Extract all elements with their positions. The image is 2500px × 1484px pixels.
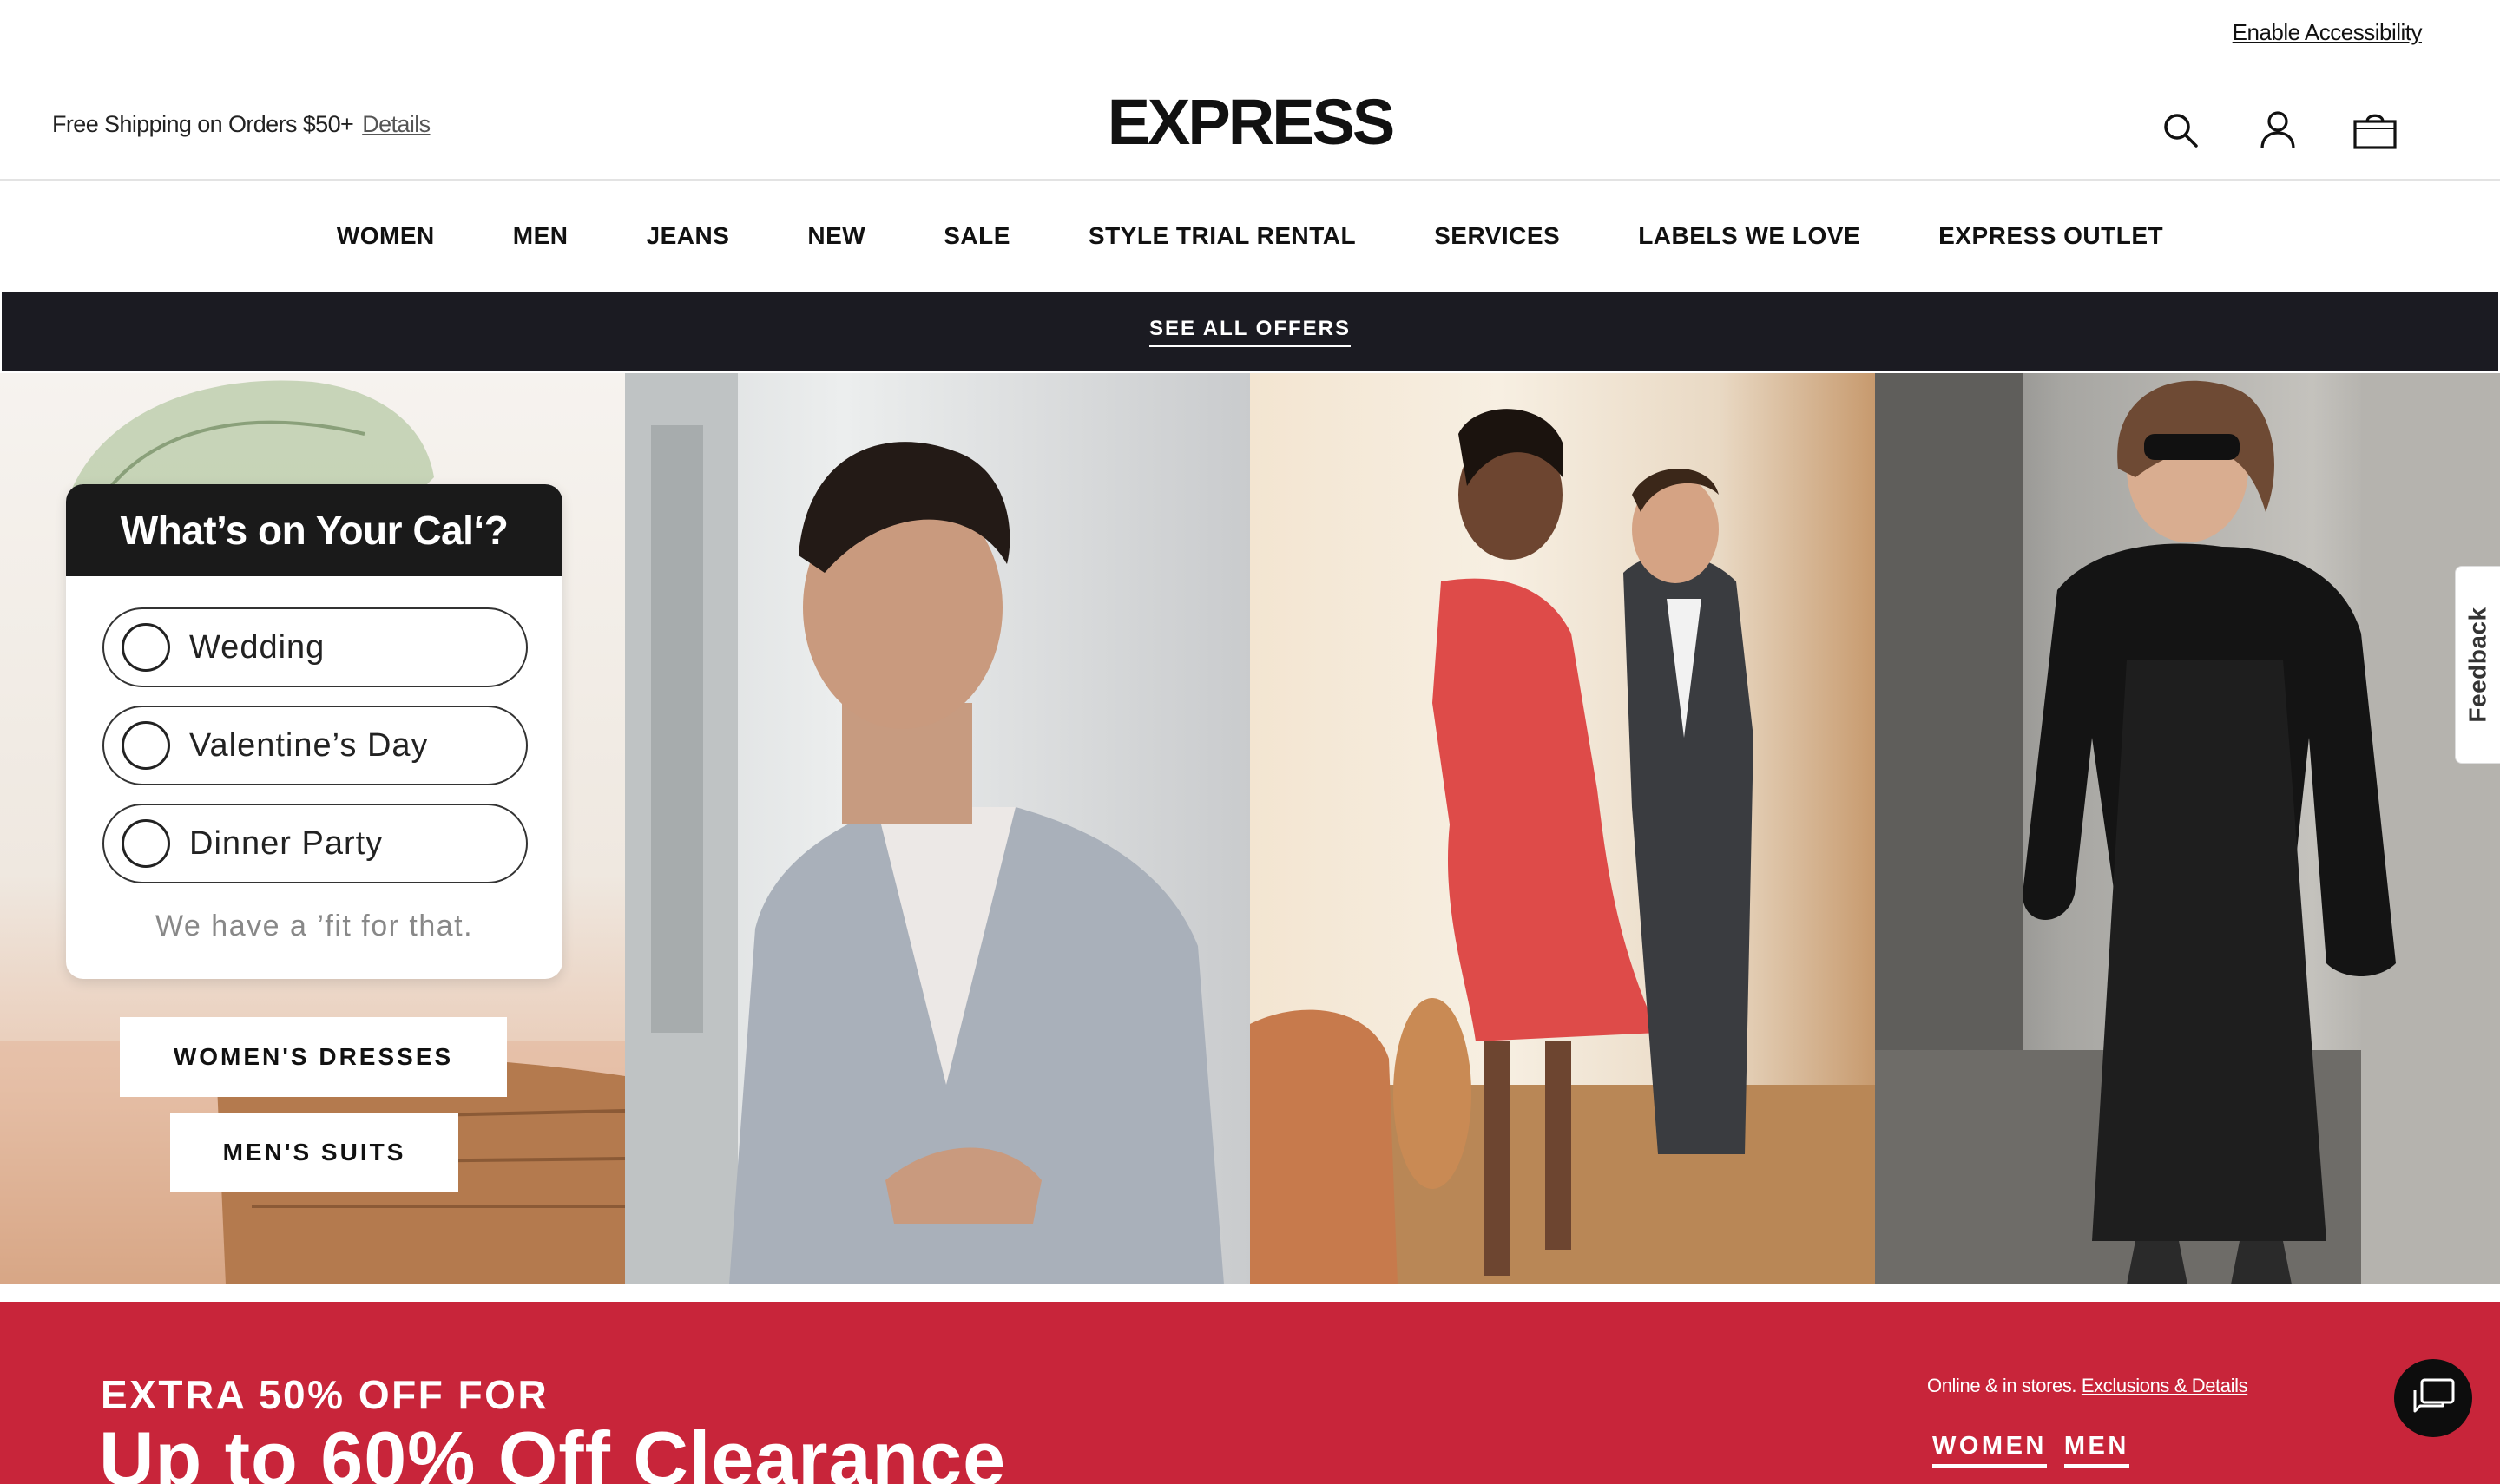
occasion-option-label: Dinner Party bbox=[189, 824, 384, 862]
promo-headline: Up to 60% Off Clearance bbox=[99, 1415, 1007, 1484]
promo-shop-men-link[interactable]: MEN bbox=[2063, 1432, 2129, 1468]
site-header: Enable Accessibility Free Shipping on Or… bbox=[0, 0, 2500, 181]
occasion-card-tagline: We have a ’fit for that. bbox=[155, 909, 474, 942]
header-icons bbox=[2132, 104, 2424, 156]
couple-dressed-up-image bbox=[1250, 409, 1875, 1284]
nav-item-new[interactable]: NEW bbox=[807, 222, 865, 250]
feedback-label: Feedback bbox=[2464, 607, 2491, 723]
hero-panel-calendar: What’s on Your Cal‘? Wedding Valentine’s… bbox=[0, 373, 625, 1284]
chat-icon bbox=[2413, 1378, 2455, 1413]
radio-icon[interactable] bbox=[122, 819, 170, 868]
nav-item-express-outlet[interactable]: EXPRESS OUTLET bbox=[1938, 222, 2163, 250]
nav-item-services[interactable]: SERVICES bbox=[1434, 222, 1560, 250]
nav-item-style-trial-rental[interactable]: STYLE TRIAL RENTAL bbox=[1089, 222, 1356, 250]
radio-icon[interactable] bbox=[122, 721, 170, 770]
nav-item-jeans[interactable]: JEANS bbox=[647, 222, 730, 250]
promo-shop-women-link[interactable]: WOMEN bbox=[1932, 1432, 2047, 1468]
search-icon[interactable] bbox=[2132, 104, 2229, 156]
feedback-tab[interactable]: Feedback bbox=[2455, 566, 2500, 764]
nav-item-men[interactable]: MEN bbox=[513, 222, 569, 250]
occasion-option-dinner-party[interactable]: Dinner Party bbox=[102, 804, 528, 883]
clearance-promo-banner: EXTRA 50% OFF FOR Up to 60% Off Clearanc… bbox=[0, 1302, 2500, 1484]
nav-item-sale[interactable]: SALE bbox=[944, 222, 1010, 250]
hero-banner: What’s on Your Cal‘? Wedding Valentine’s… bbox=[0, 373, 2500, 1284]
promo-note: Online & in stores. Exclusions & Details bbox=[1927, 1375, 2248, 1397]
occasion-option-valentines-day[interactable]: Valentine’s Day bbox=[102, 706, 528, 785]
hero-panel-man-suit bbox=[625, 373, 1250, 1284]
chat-button[interactable] bbox=[2394, 1359, 2472, 1437]
hero-panel-couple bbox=[1250, 373, 1875, 1284]
express-logo[interactable]: EXPRESS bbox=[0, 85, 2500, 159]
womens-dresses-button[interactable]: WOMEN'S DRESSES bbox=[120, 1017, 507, 1097]
occasion-option-label: Valentine’s Day bbox=[189, 726, 429, 764]
account-icon[interactable] bbox=[2229, 104, 2326, 156]
main-nav: WOMEN MEN JEANS NEW SALE STYLE TRIAL REN… bbox=[0, 182, 2500, 290]
promo-eyebrow: EXTRA 50% OFF FOR bbox=[101, 1372, 549, 1417]
radio-icon[interactable] bbox=[122, 623, 170, 672]
occasion-card: What’s on Your Cal‘? Wedding Valentine’s… bbox=[66, 484, 562, 979]
promo-shop-links: WOMEN MEN bbox=[1932, 1432, 2129, 1468]
see-all-offers-link[interactable]: SEE ALL OFFERS bbox=[1148, 317, 1352, 347]
occasion-option-label: Wedding bbox=[189, 628, 326, 666]
occasion-option-wedding[interactable]: Wedding bbox=[102, 607, 528, 687]
palm-leaf-image bbox=[69, 380, 434, 495]
bag-icon[interactable] bbox=[2326, 104, 2424, 156]
mens-suits-button[interactable]: MEN'S SUITS bbox=[170, 1113, 458, 1192]
occasion-card-title: What’s on Your Cal‘? bbox=[66, 484, 562, 576]
offers-bar: SEE ALL OFFERS bbox=[2, 292, 2498, 371]
promo-note-text: Online & in stores. bbox=[1927, 1375, 2077, 1396]
nav-item-women[interactable]: WOMEN bbox=[337, 222, 435, 250]
enable-accessibility-link[interactable]: Enable Accessibility bbox=[2233, 19, 2423, 46]
man-in-suit-image bbox=[625, 373, 1224, 1284]
woman-leather-jacket-image bbox=[1875, 373, 2500, 1284]
hero-panel-leather-jacket bbox=[1875, 373, 2500, 1284]
exclusions-details-link[interactable]: Exclusions & Details bbox=[2082, 1375, 2248, 1396]
nav-item-labels-we-love[interactable]: LABELS WE LOVE bbox=[1638, 222, 1860, 250]
